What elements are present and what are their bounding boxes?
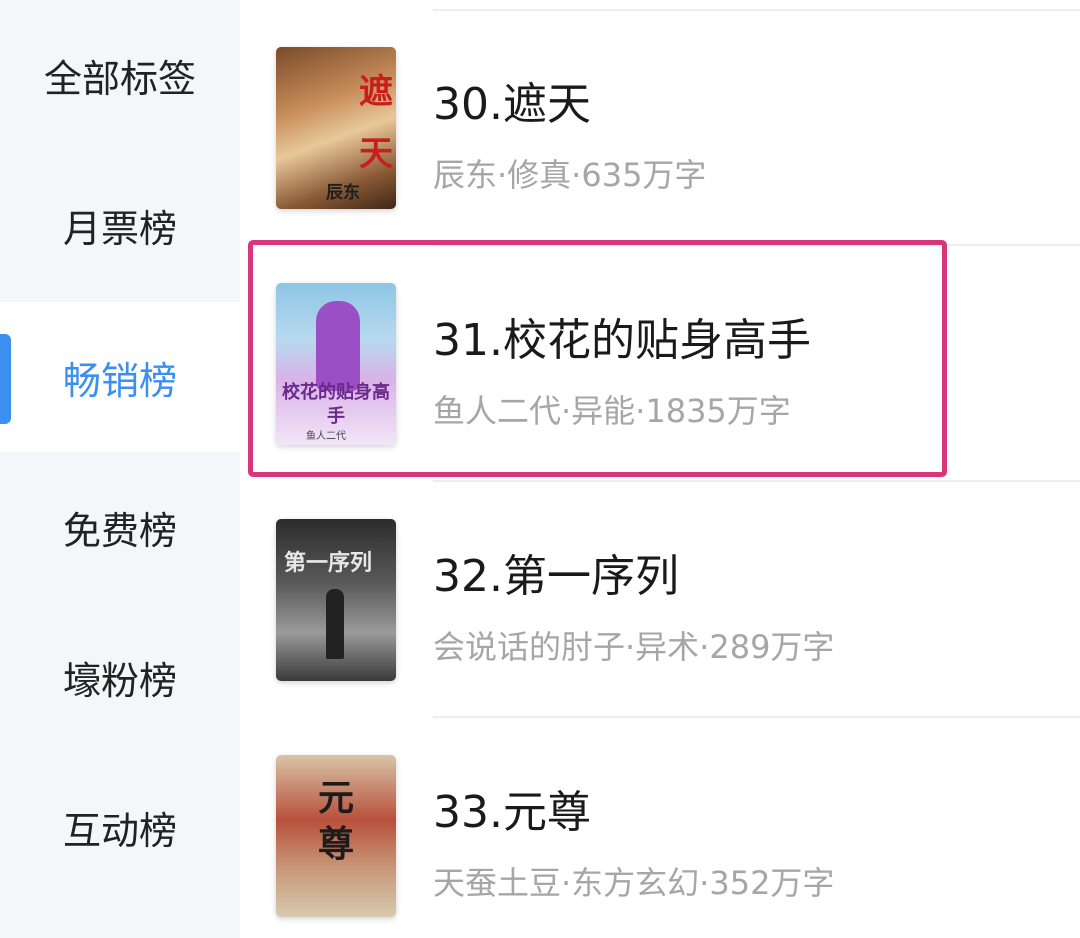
sidebar-item-top-fans[interactable]: 壕粉榜 [0,602,240,752]
book-cover-image: 遮天 辰东 [276,47,396,209]
cover-title-text: 遮天 [359,72,393,174]
sidebar-item-label: 免费榜 [62,508,177,553]
sidebar-item-label: 互动榜 [62,808,177,853]
cover-title-text: 第一序列 [284,550,373,576]
book-meta: 辰东·修真·635万字 [433,156,707,194]
cover-figure [326,589,344,659]
sidebar-item-all-tags[interactable]: 全部标签 [0,0,240,150]
cover-title-text: 校花的贴身高手 [282,382,390,427]
book-meta: 鱼人二代·异能·1835万字 [433,392,791,430]
book-title: 33.元尊 [433,787,591,838]
active-indicator [0,334,11,424]
sidebar-item-label: 全部标签 [43,56,196,101]
book-title: 30.遮天 [433,79,591,130]
book-ranking-list: 遮天 辰东 30.遮天 辰东·修真·635万字 校花的贴身高手 鱼人二代 31.… [240,0,1080,938]
book-meta: 天蚕土豆·东方玄幻·352万字 [433,864,835,902]
sidebar-item-interaction[interactable]: 互动榜 [0,752,240,902]
book-cover-image: 元尊 [276,755,396,917]
sidebar-item-free[interactable]: 免费榜 [0,452,240,602]
sidebar-item-monthly-ticket[interactable]: 月票榜 [0,150,240,300]
list-item[interactable]: 校花的贴身高手 鱼人二代 31.校花的贴身高手 鱼人二代·异能·1835万字 [240,236,1080,472]
book-meta: 会说话的肘子·异术·289万字 [433,628,835,666]
sidebar-item-label: 畅销榜 [62,358,177,403]
cover-author-text: 鱼人二代 [306,431,346,442]
list-item[interactable]: 第一序列 32.第一序列 会说话的肘子·异术·289万字 [240,472,1080,708]
cover-title-text: 元尊 [317,777,354,865]
book-title: 31.校花的贴身高手 [433,315,811,366]
list-item[interactable]: 遮天 辰东 30.遮天 辰东·修真·635万字 [240,0,1080,236]
sidebar-item-label: 壕粉榜 [62,658,177,703]
sidebar: 全部标签 月票榜 畅销榜 免费榜 壕粉榜 互动榜 [0,0,240,938]
sidebar-item-label: 月票榜 [62,206,177,251]
sidebar-item-bestseller[interactable]: 畅销榜 [0,302,240,452]
book-cover-image: 第一序列 [276,519,396,681]
cover-author-text: 辰东 [326,183,360,203]
book-cover-image: 校花的贴身高手 鱼人二代 [276,283,396,445]
book-title: 32.第一序列 [433,551,679,602]
list-item[interactable]: 元尊 33.元尊 天蚕土豆·东方玄幻·352万字 [240,708,1080,938]
cover-figure [316,301,360,391]
